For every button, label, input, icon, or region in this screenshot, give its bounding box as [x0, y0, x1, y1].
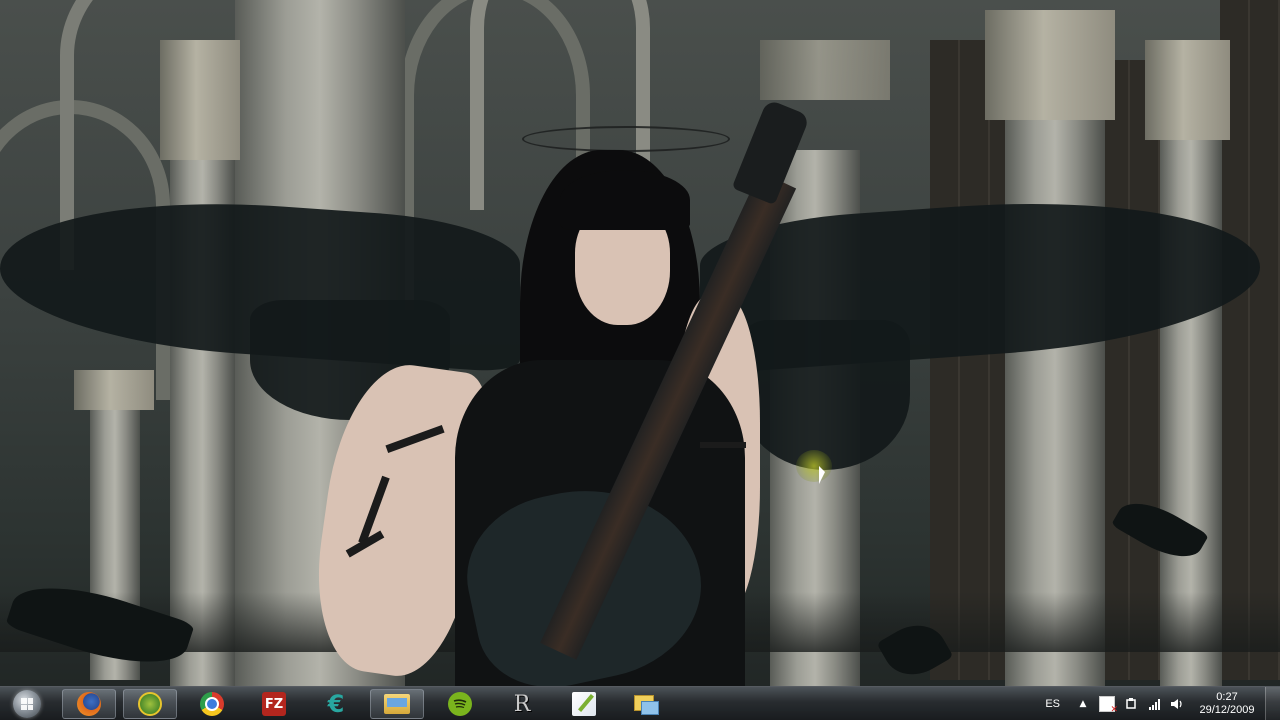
usb-device-icon[interactable]: [1124, 697, 1138, 711]
euro-icon: €: [327, 690, 345, 718]
r-icon: R: [513, 691, 531, 717]
volume-icon[interactable]: [1170, 697, 1184, 711]
cursor-highlight: [796, 450, 832, 482]
taskbar-app-folders[interactable]: [619, 689, 673, 719]
taskbar-app-firefox[interactable]: [62, 689, 116, 719]
wallpaper-tattoo: [700, 442, 746, 448]
taskbar-app-spotify[interactable]: [433, 689, 487, 719]
explorer-icon: [384, 694, 410, 714]
filezilla-icon: FZ: [262, 692, 286, 716]
language-indicator[interactable]: ES: [1045, 698, 1060, 710]
taskbar-app-notepad[interactable]: [557, 689, 611, 719]
wallpaper-capital: [985, 10, 1115, 120]
taskbar-app-explorer[interactable]: [370, 689, 424, 719]
action-center-flag-icon[interactable]: [1099, 696, 1118, 715]
taskbar-app-qgis[interactable]: [123, 689, 177, 719]
folders-icon: [634, 692, 659, 716]
windows-orb-icon: [13, 690, 41, 718]
clock[interactable]: 0:27 29/12/2009: [1197, 691, 1257, 717]
wallpaper-wing-right-lower: [740, 320, 910, 470]
clock-time: 0:27: [1216, 691, 1238, 703]
chrome-icon: [200, 692, 224, 716]
system-tray: ES ▲ 0:27 29/: [1045, 687, 1280, 720]
firefox-icon: [77, 692, 101, 716]
signal-bars-icon: [1148, 698, 1160, 710]
notepad-icon: [572, 692, 596, 716]
taskbar-app-r[interactable]: R: [495, 689, 549, 719]
windows-logo-icon: [21, 698, 33, 710]
show-desktop-button[interactable]: [1265, 687, 1280, 720]
wallpaper-capital: [74, 370, 154, 410]
usb-glyph-icon: [1126, 698, 1136, 709]
wallpaper-capital: [760, 40, 890, 100]
taskbar: FZ € R ES ▲ ✕ 0:27 29/12/2009: [0, 686, 1280, 720]
start-button[interactable]: [4, 688, 50, 720]
qgis-icon: [138, 692, 162, 716]
speaker-glyph-icon: [1171, 699, 1182, 709]
spotify-icon: [448, 692, 472, 716]
desktop[interactable]: FZ € R ES ▲ ✕ 0:27 29/12/2009: [0, 0, 1280, 720]
desktop-wallpaper: [0, 0, 1280, 702]
network-signal-icon[interactable]: [1147, 697, 1161, 711]
show-hidden-icons-button[interactable]: ▲: [1076, 697, 1090, 711]
clock-date: 29/12/2009: [1199, 704, 1255, 716]
wallpaper-halo: [522, 126, 730, 152]
mouse-cursor-icon: [819, 466, 825, 484]
wallpaper-bangs: [560, 170, 690, 230]
taskbar-app-chrome[interactable]: [185, 689, 239, 719]
spotify-waves-icon: [453, 699, 467, 709]
wallpaper-capital: [160, 40, 240, 160]
wallpaper-capital: [1145, 40, 1230, 140]
taskbar-app-euro[interactable]: €: [309, 689, 363, 719]
taskbar-app-filezilla[interactable]: FZ: [247, 689, 301, 719]
wallpaper-door: [1100, 60, 1160, 680]
